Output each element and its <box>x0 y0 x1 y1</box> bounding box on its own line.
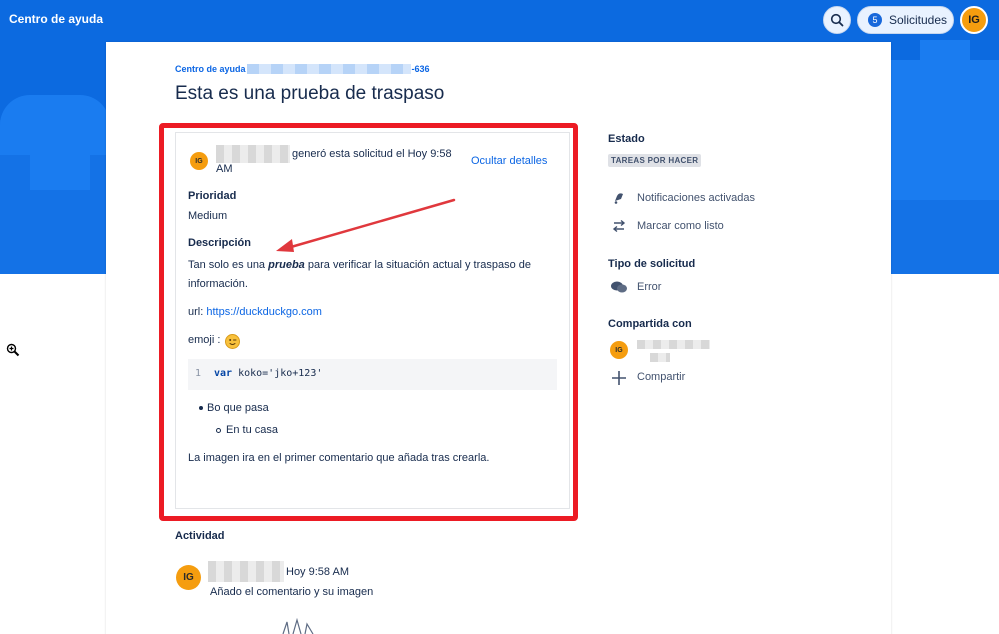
shared-user-name-redacted <box>637 340 710 349</box>
user-avatar[interactable]: IG <box>960 6 988 34</box>
requests-count-badge: 5 <box>868 13 882 27</box>
search-button[interactable] <box>823 6 851 34</box>
annotation-frame <box>159 123 578 521</box>
requests-label: Solicitudes <box>889 13 948 27</box>
annotation-arrow-icon <box>276 198 456 252</box>
shared-user-name-redacted <box>650 353 670 362</box>
chat-bubbles-icon <box>610 280 628 294</box>
notifications-toggle[interactable]: Notificaciones activadas <box>637 192 755 204</box>
plus-icon <box>611 370 627 386</box>
breadcrumb: Centro de ayuda -636 <box>175 64 430 74</box>
share-button[interactable]: Compartir <box>637 371 685 383</box>
hero-shape <box>30 110 90 190</box>
activity-time: Hoy 9:58 AM <box>286 566 349 578</box>
help-center-title[interactable]: Centro de ayuda <box>9 12 103 26</box>
status-badge: TAREAS POR HACER <box>608 154 702 167</box>
bell-icon <box>612 191 626 205</box>
breadcrumb-root-link[interactable]: Centro de ayuda <box>175 64 246 74</box>
hero-shape <box>920 40 970 100</box>
breadcrumb-redacted <box>246 64 411 74</box>
activity-comment: Añado el comentario y su imagen <box>210 586 374 598</box>
search-icon <box>830 13 844 27</box>
requests-button[interactable]: 5 Solicitudes <box>857 6 954 34</box>
page-title: Esta es una prueba de traspaso <box>175 83 445 104</box>
status-label: Estado <box>608 133 645 145</box>
shared-user-avatar: IG <box>610 341 628 359</box>
comment-image-thumbnail[interactable] <box>275 618 320 634</box>
request-type-label: Tipo de solicitud <box>608 258 696 270</box>
mark-done-action[interactable]: Marcar como listo <box>637 220 724 232</box>
shared-with-label: Compartida con <box>608 318 692 330</box>
activity-author-avatar: IG <box>176 565 201 590</box>
activity-author-redacted <box>208 561 284 582</box>
breadcrumb-issue-key[interactable]: -636 <box>412 64 430 74</box>
zoom-cursor-icon <box>6 343 20 357</box>
request-type-value: Error <box>637 281 662 293</box>
transition-arrows-icon <box>612 219 626 233</box>
activity-label: Actividad <box>175 530 225 542</box>
